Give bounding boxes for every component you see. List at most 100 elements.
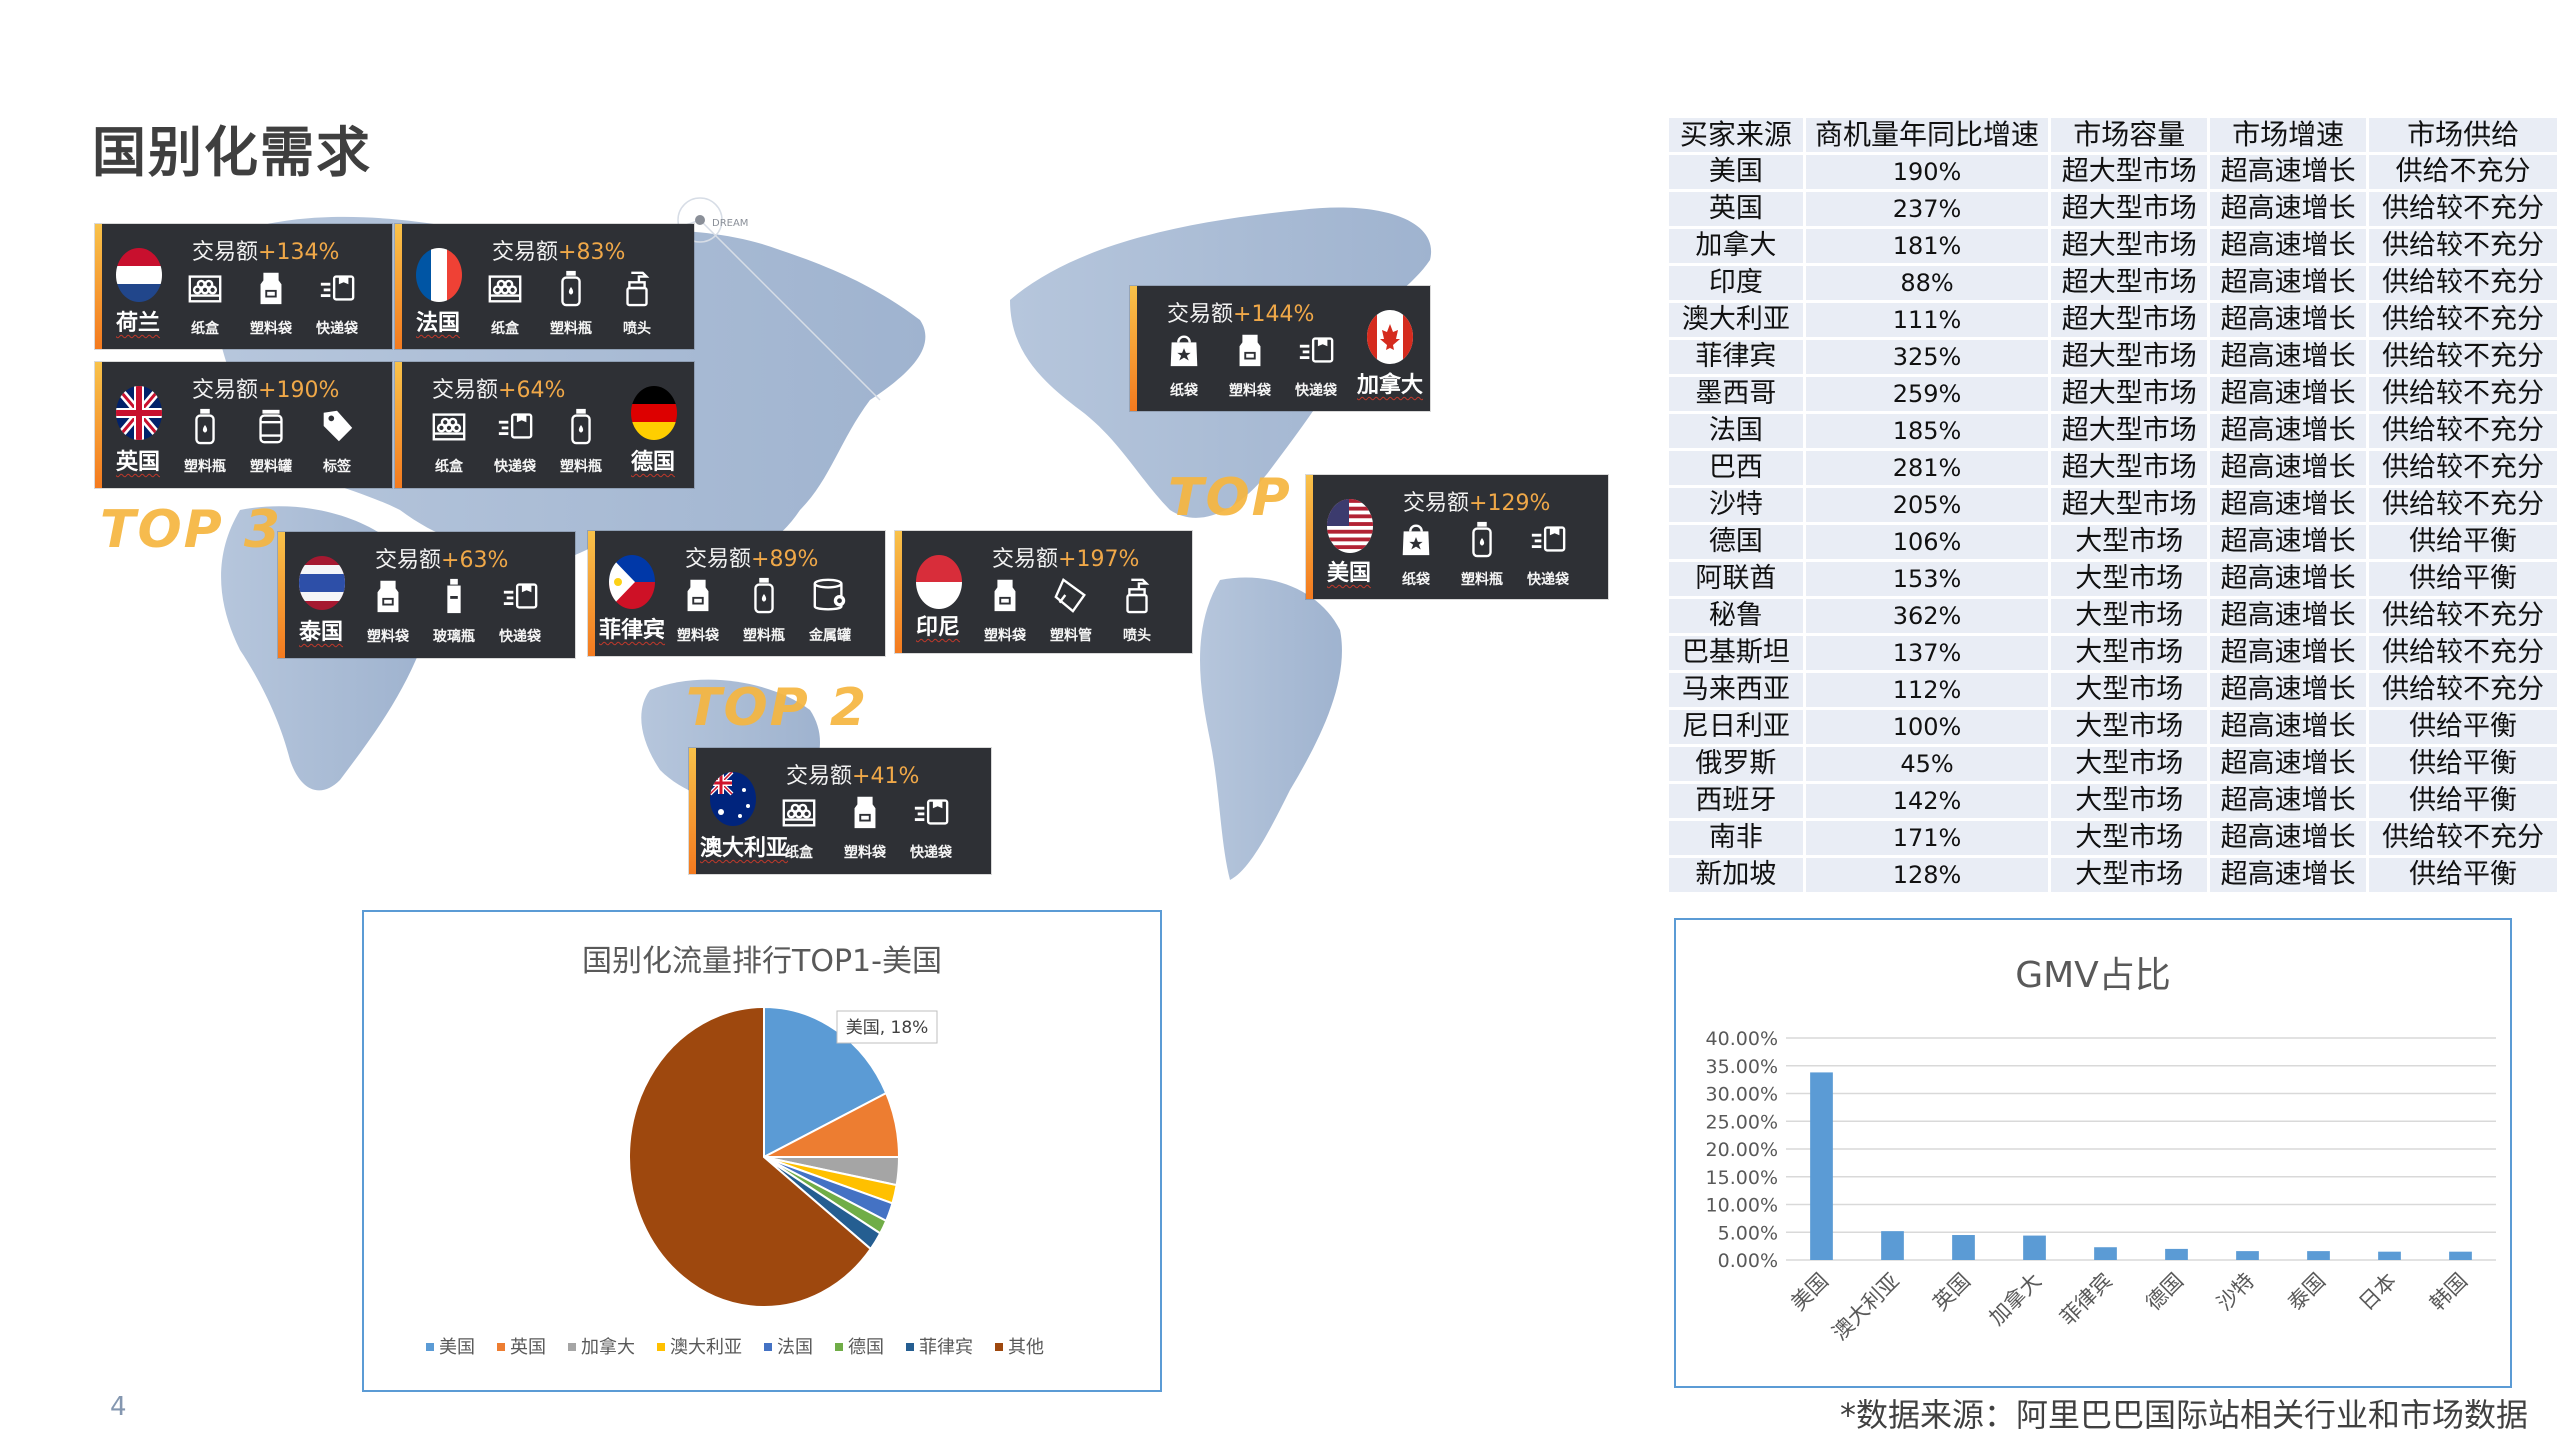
packaging-item: 快递袋: [1287, 330, 1345, 400]
transaction-growth: 交易额+64%: [432, 372, 565, 404]
map-marker-dream: [695, 215, 705, 225]
transaction-growth: 交易额+144%: [1167, 296, 1314, 328]
country-name: 英国: [116, 450, 161, 475]
cell-market-growth: 超高速增长: [2210, 784, 2367, 818]
cell-yoy-growth: 106%: [1805, 525, 2049, 559]
courier-bag-icon: [1529, 519, 1567, 563]
cell-buyer-source: 巴西: [1669, 451, 1803, 485]
cell-market-capacity: 大型市场: [2051, 599, 2208, 633]
packaging-label: 塑料瓶: [1461, 572, 1503, 588]
plastic-bottle-icon: [562, 406, 600, 450]
table-row: 马来西亚 112% 大型市场 超高速增长 供给较不充分: [1669, 673, 2557, 707]
cell-yoy-growth: 111%: [1805, 303, 2049, 337]
transaction-label: 交易额: [432, 378, 499, 403]
courier-bag-icon: [912, 792, 950, 836]
cell-market-supply: 供给较不充分: [2369, 488, 2557, 522]
transaction-label: 交易额: [786, 764, 853, 789]
country-name: 菲律宾: [599, 618, 666, 643]
cell-yoy-growth: 112%: [1805, 673, 2049, 707]
packaging-label: 塑料瓶: [550, 321, 592, 337]
country-name: 加拿大: [1357, 373, 1424, 398]
growth-percent: +134%: [258, 240, 340, 265]
packaging-items: 纸袋 塑料袋 快递袋: [1155, 330, 1345, 400]
cell-market-growth: 超高速增长: [2210, 340, 2367, 374]
cell-market-growth: 超高速增长: [2210, 525, 2367, 559]
cell-market-growth: 超高速增长: [2210, 192, 2367, 226]
transaction-growth: 交易额+63%: [375, 542, 508, 574]
cell-buyer-source: 英国: [1669, 192, 1803, 226]
plastic-bottle-icon: [1463, 519, 1501, 563]
packaging-label: 快递袋: [494, 459, 536, 475]
table-row: 西班牙 142% 大型市场 超高速增长 供给平衡: [1669, 784, 2557, 818]
cell-market-supply: 供给平衡: [2369, 525, 2557, 559]
cell-market-growth: 超高速增长: [2210, 266, 2367, 300]
country-card: 法国 交易额+83% 纸盒 塑料瓶 喷头: [395, 224, 694, 349]
table-row: 新加坡 128% 大型市场 超高速增长 供给平衡: [1669, 858, 2557, 892]
transaction-label: 交易额: [1167, 302, 1234, 327]
country-name: 印尼: [916, 615, 961, 640]
courier-bag-icon: [318, 268, 356, 312]
cell-market-supply: 供给较不充分: [2369, 673, 2557, 707]
table-header-row: 买家来源 商机量年同比增速 市场容量 市场增速 市场供给: [1669, 118, 2557, 152]
plastic-bag-icon: [679, 575, 717, 619]
packaging-item: 塑料管: [1042, 575, 1100, 645]
cell-yoy-growth: 128%: [1805, 858, 2049, 892]
growth-percent: +64%: [498, 378, 566, 403]
cell-market-growth: 超高速增长: [2210, 229, 2367, 263]
country-name: 法国: [416, 311, 461, 336]
map-label-dream: DREAM: [712, 218, 748, 229]
cell-buyer-source: 马来西亚: [1669, 673, 1803, 707]
legend-label: 菲律宾: [919, 1337, 973, 1358]
cell-market-growth: 超高速增长: [2210, 821, 2367, 855]
packaging-items: 纸盒 塑料瓶 喷头: [476, 268, 666, 338]
tag-icon: [318, 406, 356, 450]
cell-market-supply: 供给不充分: [2369, 155, 2557, 189]
packaging-label: 玻璃瓶: [433, 629, 475, 645]
cell-market-capacity: 大型市场: [2051, 673, 2208, 707]
header-buyer-source: 买家来源: [1669, 118, 1803, 152]
packaging-item: 塑料罐: [242, 406, 300, 476]
growth-percent: +197%: [1058, 547, 1140, 572]
flag-icon-thailand: [299, 556, 345, 610]
legend-swatch: [426, 1343, 434, 1351]
plastic-bag-icon: [252, 268, 290, 312]
packaging-label: 快递袋: [910, 845, 952, 861]
cell-yoy-growth: 185%: [1805, 414, 2049, 448]
table-row: 加拿大 181% 超大型市场 超高速增长 供给较不充分: [1669, 229, 2557, 263]
flag-icon-germany: [631, 386, 677, 440]
packaging-items: 塑料瓶 塑料罐 标签: [176, 406, 366, 476]
cell-market-capacity: 超大型市场: [2051, 488, 2208, 522]
growth-percent: +63%: [441, 548, 509, 573]
packaging-item: 塑料瓶: [542, 268, 600, 338]
cell-market-capacity: 大型市场: [2051, 562, 2208, 596]
metal-can-icon: [811, 575, 849, 619]
packaging-item: 塑料袋: [242, 268, 300, 338]
bar-英国: [1952, 1235, 1975, 1260]
plastic-bottle-icon: [186, 406, 224, 450]
cell-market-capacity: 大型市场: [2051, 747, 2208, 781]
packaging-item: 纸盒: [176, 268, 234, 338]
table-row: 印度 88% 超大型市场 超高速增长 供给较不充分: [1669, 266, 2557, 300]
cell-buyer-source: 西班牙: [1669, 784, 1803, 818]
packaging-label: 喷头: [623, 321, 651, 337]
table-row: 南非 171% 大型市场 超高速增长 供给较不充分: [1669, 821, 2557, 855]
packaging-item: 纸袋: [1155, 330, 1213, 400]
y-tick-label: 0.00%: [1718, 1250, 1778, 1272]
table-row: 阿联酋 153% 大型市场 超高速增长 供给平衡: [1669, 562, 2557, 596]
packaging-label: 塑料袋: [984, 628, 1026, 644]
transaction-label: 交易额: [375, 548, 442, 573]
packaging-item: 塑料袋: [359, 576, 417, 646]
packaging-label: 塑料瓶: [184, 459, 226, 475]
table-row: 俄罗斯 45% 大型市场 超高速增长 供给平衡: [1669, 747, 2557, 781]
transaction-label: 交易额: [192, 240, 259, 265]
header-market-growth: 市场增速: [2210, 118, 2367, 152]
growth-percent: +190%: [258, 378, 340, 403]
legend-label: 加拿大: [581, 1336, 635, 1358]
packaging-label: 塑料袋: [844, 845, 886, 861]
legend-swatch: [497, 1343, 505, 1351]
legend-label: 美国: [439, 1337, 475, 1358]
x-tick-label: 韩国: [2425, 1269, 2472, 1316]
packaging-item: 塑料袋: [1221, 330, 1279, 400]
cell-buyer-source: 新加坡: [1669, 858, 1803, 892]
packaging-label: 纸盒: [191, 321, 219, 337]
